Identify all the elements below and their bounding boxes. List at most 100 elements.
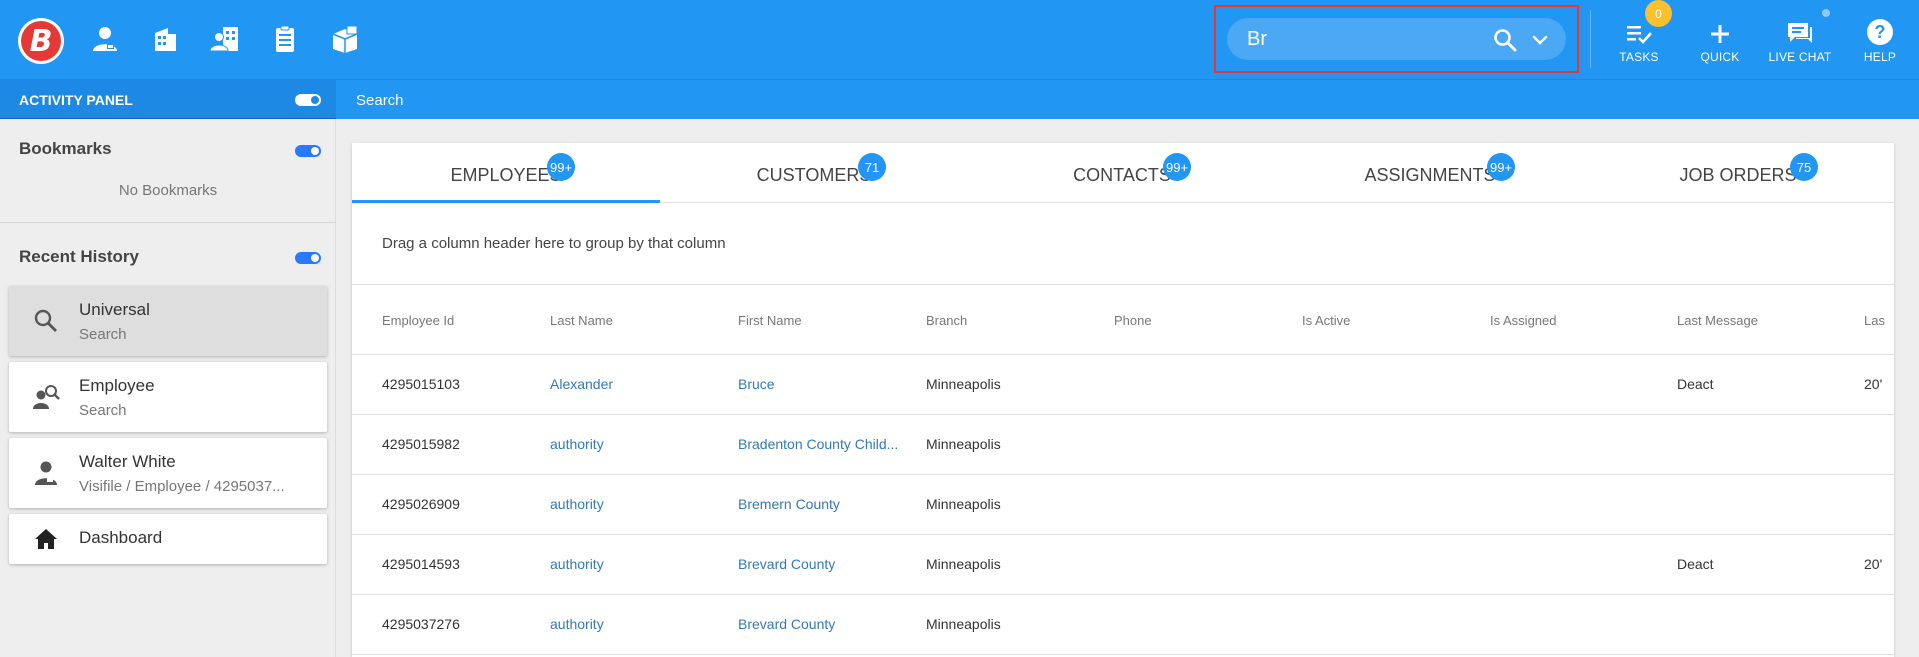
cell-last-name[interactable]: authority [550,496,604,512]
quick-add-button[interactable]: QUICK [1680,16,1760,68]
history-item-title: Universal [79,300,150,319]
search-icon [31,306,61,336]
breadcrumb: Search [356,92,404,109]
assignment-clipboard-icon[interactable] [268,22,302,56]
cell-employee-id: 4295014593 [382,556,460,572]
tab-employees[interactable]: EMPLOYEES 99+ [352,143,660,203]
tasks-count-badge: 0 [1645,0,1672,27]
tab-count-badge: 99+ [1163,153,1192,181]
group-by-drop-area[interactable]: Drag a column header here to group by th… [352,203,1894,285]
cell-last-name[interactable]: authority [550,556,604,572]
sidebar-divider [0,222,336,223]
history-item-title: Employee [79,376,155,395]
table-row[interactable]: 4295037276 authority Brevard County Minn… [352,595,1894,655]
tab-count-badge: 71 [858,153,886,181]
tab-label: CONTACTS [1073,165,1171,185]
cell-branch: Minneapolis [926,436,1001,452]
cell-first-name[interactable]: Bremern County [738,496,908,512]
tab-job-orders[interactable]: JOB ORDERS 75 [1584,143,1892,203]
home-icon [31,524,61,554]
tab-count-badge: 99+ [547,153,576,181]
column-header-is-assigned[interactable]: Is Assigned [1490,313,1557,328]
column-header-first-name[interactable]: First Name [738,313,802,328]
column-header-last-name[interactable]: Last Name [550,313,613,328]
svg-text:?: ? [1875,22,1886,42]
search-icon[interactable] [1492,27,1518,53]
logo-letter: B [21,21,61,61]
table-row[interactable]: 4295026909 authority Bremern County Minn… [352,475,1894,535]
cell-last-name[interactable]: authority [550,436,604,452]
cell-last-name[interactable]: Alexander [550,376,613,392]
cell-last-message: Deact [1677,556,1714,572]
tab-assignments[interactable]: ASSIGNMENTS 99+ [1276,143,1584,203]
bookmarks-toggle[interactable] [295,145,321,157]
topbar-divider [1590,10,1591,68]
history-item-employee-search[interactable]: Employee Search [9,362,327,432]
activity-panel-toggle[interactable] [295,94,321,106]
universal-search-box[interactable] [1227,18,1566,60]
live-chat-label: LIVE CHAT [1768,50,1832,64]
cell-first-name[interactable]: Brevard County [738,556,908,572]
app-logo[interactable]: B [18,18,64,64]
chat-status-dot [1822,9,1830,17]
employee-nav-icon[interactable] [88,22,122,56]
cell-last-name[interactable]: authority [550,616,604,632]
help-label: HELP [1863,50,1897,64]
help-question-icon: ? [1840,16,1919,46]
employee-person-icon [31,458,61,488]
cell-last-truncated: 20' [1864,556,1883,572]
cell-branch: Minneapolis [926,616,1001,632]
help-button[interactable]: ? HELP [1840,16,1919,68]
history-item-dashboard[interactable]: Dashboard [9,514,327,564]
tab-count-badge: 75 [1790,153,1818,181]
column-header-branch[interactable]: Branch [926,313,967,328]
column-header-last-message[interactable]: Last Message [1677,313,1758,328]
history-item-universal-search[interactable]: Universal Search [9,286,327,356]
search-results-panel: EMPLOYEES 99+ CUSTOMERS 71 CONTACTS 99+ … [352,143,1894,657]
cell-employee-id: 4295026909 [382,496,460,512]
recent-history-heading: Recent History [19,247,139,266]
cell-last-message: Deact [1677,376,1714,392]
history-item-subtitle: Visifile / Employee / 4295037... [79,478,285,495]
contact-building-person-icon[interactable] [208,22,242,56]
activity-panel-header: ACTIVITY PANEL [0,80,336,120]
recent-history-toggle[interactable] [295,252,321,264]
history-item-subtitle: Search [79,402,127,419]
cell-first-name[interactable]: Bradenton County Child... [738,436,908,452]
column-header-employee-id[interactable]: Employee Id [382,313,454,328]
activity-panel-title: ACTIVITY PANEL [19,92,133,108]
employee-search-icon [31,382,61,412]
bookmarks-heading: Bookmarks [19,139,112,158]
table-row[interactable]: 4295015982 authority Bradenton County Ch… [352,415,1894,475]
tasks-label: TASKS [1619,50,1659,64]
cell-last-truncated: 20' [1864,376,1883,392]
tab-count-badge: 99+ [1487,153,1516,181]
cell-first-name[interactable]: Bruce [738,376,908,392]
search-input[interactable] [1247,26,1477,52]
cell-branch: Minneapolis [926,376,1001,392]
history-item-walter-white[interactable]: Walter White Visifile / Employee / 42950… [9,438,327,508]
table-row[interactable]: 4295015103 Alexander Bruce Minneapolis D… [352,355,1894,415]
column-header-last-truncated[interactable]: Las [1864,313,1894,328]
live-chat-button[interactable]: LIVE CHAT [1760,16,1840,68]
cell-employee-id: 4295015103 [382,376,460,392]
tab-customers[interactable]: CUSTOMERS 71 [660,143,968,203]
column-header-is-active[interactable]: Is Active [1302,313,1350,328]
chevron-down-icon[interactable] [1530,30,1550,50]
tab-label: CUSTOMERS [756,165,872,185]
tab-contacts[interactable]: CONTACTS 99+ [968,143,1276,203]
history-item-subtitle: Search [79,326,127,343]
no-bookmarks-text: No Bookmarks [118,182,218,199]
sub-header-bar: ACTIVITY PANEL Search [0,79,1919,120]
quick-label: QUICK [1700,50,1740,64]
job-orders-box-icon[interactable] [328,22,362,56]
plus-icon [1680,16,1760,46]
customer-building-icon[interactable] [148,22,182,56]
tab-label: JOB ORDERS [1679,165,1797,185]
tab-label: ASSIGNMENTS [1364,165,1496,185]
column-header-phone[interactable]: Phone [1114,313,1152,328]
cell-branch: Minneapolis [926,556,1001,572]
cell-first-name[interactable]: Brevard County [738,616,908,632]
table-row[interactable]: 4295014593 authority Brevard County Minn… [352,535,1894,595]
group-by-hint: Drag a column header here to group by th… [382,235,726,252]
